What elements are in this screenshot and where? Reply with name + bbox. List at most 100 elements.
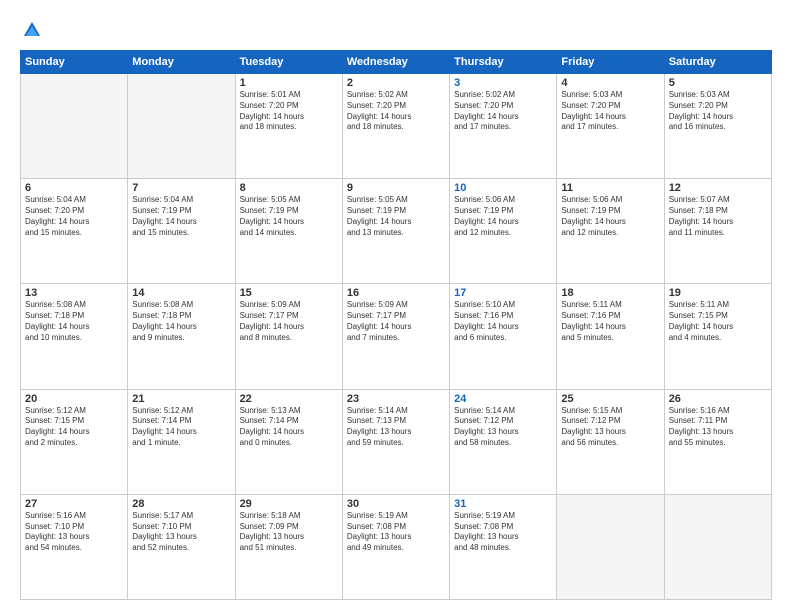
day-number: 19 [669,287,767,299]
day-number: 30 [347,498,445,510]
calendar-cell: 7Sunrise: 5:04 AM Sunset: 7:19 PM Daylig… [128,179,235,284]
day-info: Sunrise: 5:15 AM Sunset: 7:12 PM Dayligh… [561,406,659,449]
day-info: Sunrise: 5:19 AM Sunset: 7:08 PM Dayligh… [347,511,445,554]
calendar-cell: 25Sunrise: 5:15 AM Sunset: 7:12 PM Dayli… [557,389,664,494]
day-info: Sunrise: 5:12 AM Sunset: 7:14 PM Dayligh… [132,406,230,449]
day-info: Sunrise: 5:08 AM Sunset: 7:18 PM Dayligh… [25,300,123,343]
day-info: Sunrise: 5:12 AM Sunset: 7:15 PM Dayligh… [25,406,123,449]
day-number: 3 [454,77,552,89]
day-info: Sunrise: 5:10 AM Sunset: 7:16 PM Dayligh… [454,300,552,343]
weekday-header-sunday: Sunday [21,51,128,74]
calendar-cell: 13Sunrise: 5:08 AM Sunset: 7:18 PM Dayli… [21,284,128,389]
day-number: 25 [561,393,659,405]
calendar-cell: 31Sunrise: 5:19 AM Sunset: 7:08 PM Dayli… [450,494,557,599]
week-row-5: 27Sunrise: 5:16 AM Sunset: 7:10 PM Dayli… [21,494,772,599]
day-number: 7 [132,182,230,194]
day-info: Sunrise: 5:11 AM Sunset: 7:15 PM Dayligh… [669,300,767,343]
calendar-cell [664,494,771,599]
day-number: 17 [454,287,552,299]
day-info: Sunrise: 5:06 AM Sunset: 7:19 PM Dayligh… [561,195,659,238]
day-info: Sunrise: 5:09 AM Sunset: 7:17 PM Dayligh… [240,300,338,343]
day-info: Sunrise: 5:08 AM Sunset: 7:18 PM Dayligh… [132,300,230,343]
day-info: Sunrise: 5:04 AM Sunset: 7:19 PM Dayligh… [132,195,230,238]
weekday-header-monday: Monday [128,51,235,74]
day-number: 2 [347,77,445,89]
calendar-cell: 1Sunrise: 5:01 AM Sunset: 7:20 PM Daylig… [235,74,342,179]
calendar-cell: 18Sunrise: 5:11 AM Sunset: 7:16 PM Dayli… [557,284,664,389]
calendar-cell: 6Sunrise: 5:04 AM Sunset: 7:20 PM Daylig… [21,179,128,284]
day-info: Sunrise: 5:05 AM Sunset: 7:19 PM Dayligh… [240,195,338,238]
calendar-cell: 24Sunrise: 5:14 AM Sunset: 7:12 PM Dayli… [450,389,557,494]
day-info: Sunrise: 5:17 AM Sunset: 7:10 PM Dayligh… [132,511,230,554]
day-info: Sunrise: 5:14 AM Sunset: 7:13 PM Dayligh… [347,406,445,449]
day-number: 27 [25,498,123,510]
calendar-cell: 29Sunrise: 5:18 AM Sunset: 7:09 PM Dayli… [235,494,342,599]
calendar-cell: 22Sunrise: 5:13 AM Sunset: 7:14 PM Dayli… [235,389,342,494]
day-number: 26 [669,393,767,405]
day-info: Sunrise: 5:02 AM Sunset: 7:20 PM Dayligh… [454,90,552,133]
day-info: Sunrise: 5:03 AM Sunset: 7:20 PM Dayligh… [561,90,659,133]
week-row-2: 6Sunrise: 5:04 AM Sunset: 7:20 PM Daylig… [21,179,772,284]
calendar-cell: 26Sunrise: 5:16 AM Sunset: 7:11 PM Dayli… [664,389,771,494]
calendar-cell [557,494,664,599]
calendar-cell: 9Sunrise: 5:05 AM Sunset: 7:19 PM Daylig… [342,179,449,284]
weekday-header-saturday: Saturday [664,51,771,74]
weekday-header-tuesday: Tuesday [235,51,342,74]
calendar-cell: 10Sunrise: 5:06 AM Sunset: 7:19 PM Dayli… [450,179,557,284]
weekday-header-wednesday: Wednesday [342,51,449,74]
day-info: Sunrise: 5:16 AM Sunset: 7:11 PM Dayligh… [669,406,767,449]
calendar-cell: 17Sunrise: 5:10 AM Sunset: 7:16 PM Dayli… [450,284,557,389]
day-number: 29 [240,498,338,510]
day-info: Sunrise: 5:06 AM Sunset: 7:19 PM Dayligh… [454,195,552,238]
weekday-header-row: SundayMondayTuesdayWednesdayThursdayFrid… [21,51,772,74]
day-number: 10 [454,182,552,194]
day-number: 14 [132,287,230,299]
day-number: 24 [454,393,552,405]
calendar-cell [128,74,235,179]
calendar-cell: 27Sunrise: 5:16 AM Sunset: 7:10 PM Dayli… [21,494,128,599]
day-info: Sunrise: 5:05 AM Sunset: 7:19 PM Dayligh… [347,195,445,238]
logo-icon [20,18,44,42]
day-number: 9 [347,182,445,194]
day-info: Sunrise: 5:01 AM Sunset: 7:20 PM Dayligh… [240,90,338,133]
day-number: 16 [347,287,445,299]
day-number: 20 [25,393,123,405]
day-number: 13 [25,287,123,299]
calendar-cell: 8Sunrise: 5:05 AM Sunset: 7:19 PM Daylig… [235,179,342,284]
calendar-cell [21,74,128,179]
page: SundayMondayTuesdayWednesdayThursdayFrid… [0,0,792,612]
day-number: 1 [240,77,338,89]
calendar-cell: 5Sunrise: 5:03 AM Sunset: 7:20 PM Daylig… [664,74,771,179]
weekday-header-friday: Friday [557,51,664,74]
week-row-1: 1Sunrise: 5:01 AM Sunset: 7:20 PM Daylig… [21,74,772,179]
calendar-cell: 28Sunrise: 5:17 AM Sunset: 7:10 PM Dayli… [128,494,235,599]
weekday-header-thursday: Thursday [450,51,557,74]
day-info: Sunrise: 5:14 AM Sunset: 7:12 PM Dayligh… [454,406,552,449]
day-number: 4 [561,77,659,89]
day-number: 22 [240,393,338,405]
day-info: Sunrise: 5:19 AM Sunset: 7:08 PM Dayligh… [454,511,552,554]
day-info: Sunrise: 5:03 AM Sunset: 7:20 PM Dayligh… [669,90,767,133]
header [20,18,772,42]
day-info: Sunrise: 5:02 AM Sunset: 7:20 PM Dayligh… [347,90,445,133]
calendar-cell: 30Sunrise: 5:19 AM Sunset: 7:08 PM Dayli… [342,494,449,599]
week-row-3: 13Sunrise: 5:08 AM Sunset: 7:18 PM Dayli… [21,284,772,389]
day-info: Sunrise: 5:07 AM Sunset: 7:18 PM Dayligh… [669,195,767,238]
day-number: 23 [347,393,445,405]
calendar-cell: 11Sunrise: 5:06 AM Sunset: 7:19 PM Dayli… [557,179,664,284]
calendar-cell: 14Sunrise: 5:08 AM Sunset: 7:18 PM Dayli… [128,284,235,389]
day-number: 11 [561,182,659,194]
logo [20,18,48,42]
day-number: 31 [454,498,552,510]
day-number: 5 [669,77,767,89]
day-number: 8 [240,182,338,194]
calendar-cell: 21Sunrise: 5:12 AM Sunset: 7:14 PM Dayli… [128,389,235,494]
calendar-cell: 20Sunrise: 5:12 AM Sunset: 7:15 PM Dayli… [21,389,128,494]
calendar-cell: 16Sunrise: 5:09 AM Sunset: 7:17 PM Dayli… [342,284,449,389]
calendar-table: SundayMondayTuesdayWednesdayThursdayFrid… [20,50,772,600]
day-number: 15 [240,287,338,299]
week-row-4: 20Sunrise: 5:12 AM Sunset: 7:15 PM Dayli… [21,389,772,494]
calendar-cell: 23Sunrise: 5:14 AM Sunset: 7:13 PM Dayli… [342,389,449,494]
calendar-cell: 3Sunrise: 5:02 AM Sunset: 7:20 PM Daylig… [450,74,557,179]
day-number: 21 [132,393,230,405]
